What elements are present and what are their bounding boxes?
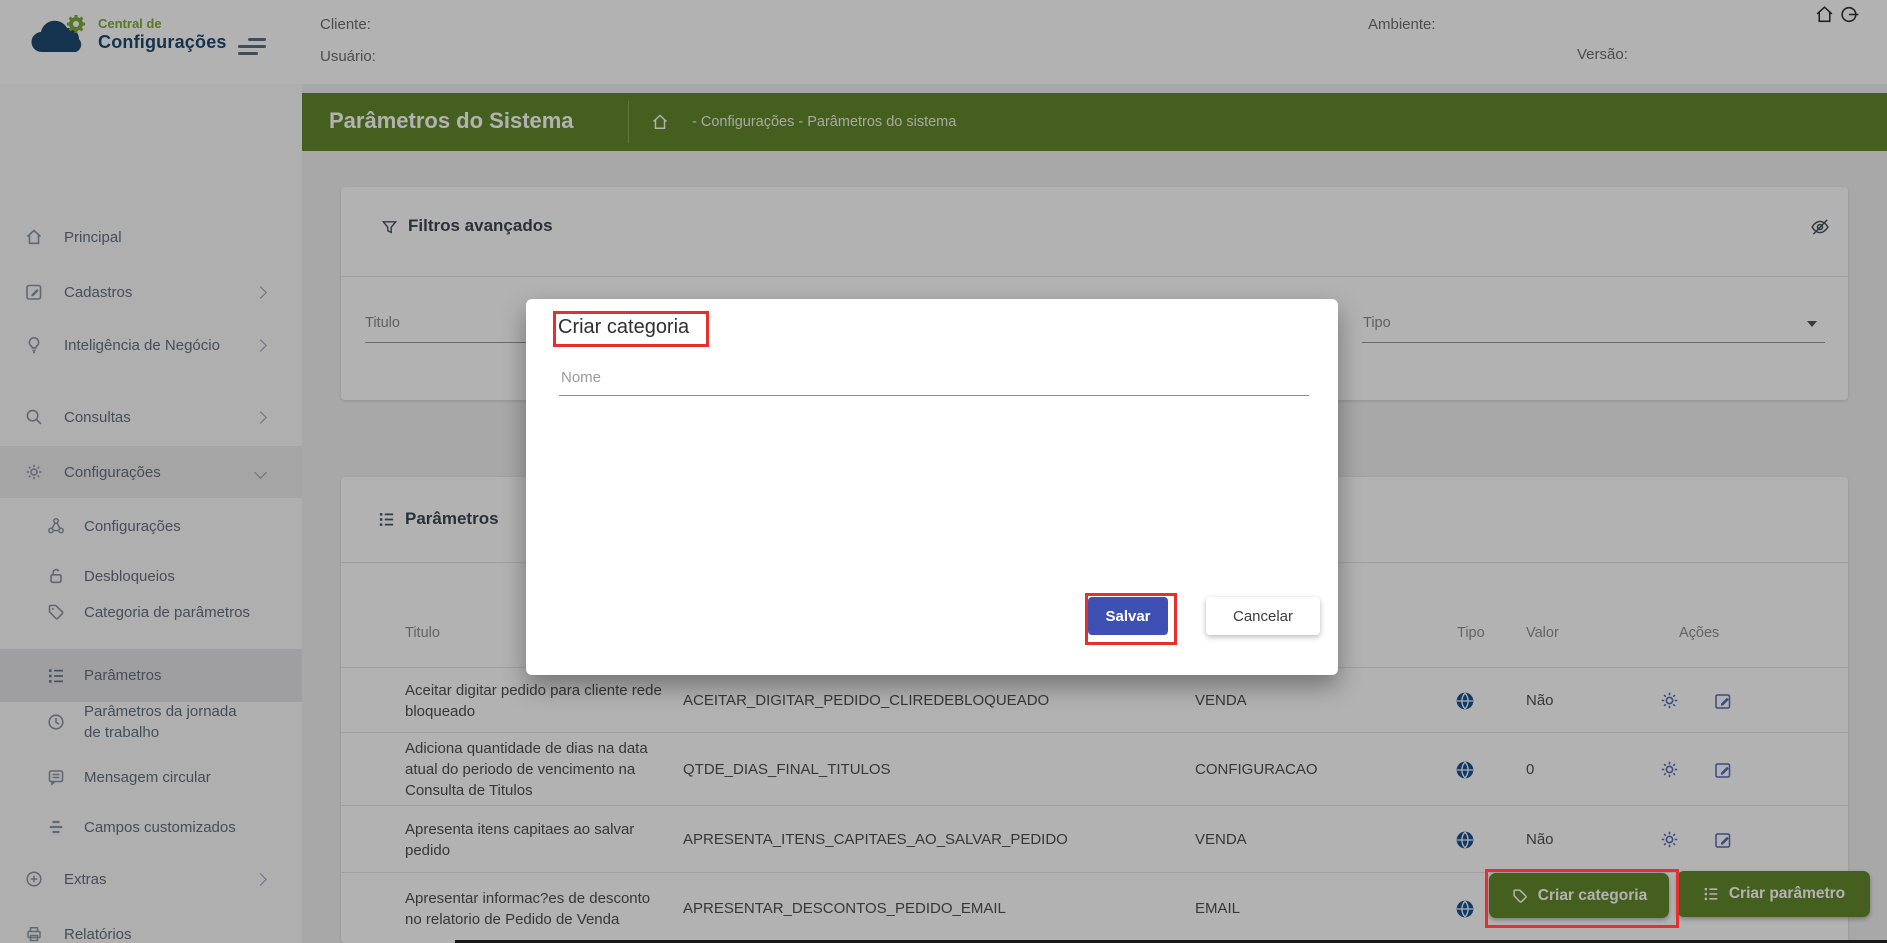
dialog-title: Criar categoria bbox=[558, 316, 690, 338]
app-root: Central de Configurações Cliente: Usuári… bbox=[0, 0, 1887, 943]
nome-input[interactable] bbox=[559, 359, 1309, 396]
salvar-button[interactable]: Salvar bbox=[1088, 597, 1168, 635]
cancelar-label: Cancelar bbox=[1232, 607, 1294, 625]
salvar-label: Salvar bbox=[1105, 607, 1151, 625]
criar-categoria-dialog: Criar categoria Salvar Cancelar bbox=[526, 299, 1338, 675]
cancelar-button[interactable]: Cancelar bbox=[1206, 597, 1320, 635]
